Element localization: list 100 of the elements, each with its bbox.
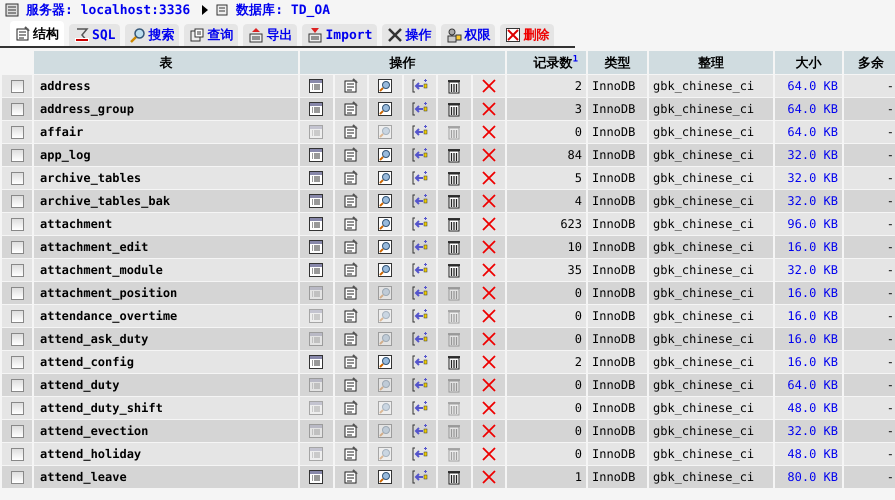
search-icon[interactable] <box>377 239 394 255</box>
table-name[interactable]: attend_duty_shift <box>34 397 298 419</box>
properties-icon[interactable] <box>342 216 359 232</box>
table-size[interactable]: 48.0 KB <box>775 397 842 419</box>
properties-icon[interactable] <box>342 308 359 324</box>
insert-icon[interactable] <box>412 308 428 324</box>
tab[interactable]: SQL <box>69 24 120 46</box>
table-size[interactable]: 96.0 KB <box>775 213 842 235</box>
users-icon[interactable] <box>446 27 462 43</box>
trash-icon[interactable] <box>446 78 462 94</box>
properties-icon[interactable] <box>342 446 359 462</box>
properties-icon[interactable] <box>342 193 359 209</box>
table-name[interactable]: attachment_edit <box>34 236 298 258</box>
table-name[interactable]: address_group <box>34 98 298 120</box>
table-size[interactable]: 16.0 KB <box>775 282 842 304</box>
query-icon[interactable] <box>189 27 206 43</box>
browse-icon[interactable] <box>308 193 324 209</box>
insert-icon[interactable] <box>412 147 428 163</box>
tab[interactable]: 权限 <box>441 24 496 46</box>
trash-icon[interactable] <box>446 469 462 485</box>
checkbox[interactable] <box>10 149 24 162</box>
properties-icon[interactable] <box>342 354 359 370</box>
browse-icon[interactable] <box>308 239 324 255</box>
properties-icon[interactable] <box>15 26 31 42</box>
import-icon[interactable] <box>307 27 324 43</box>
checkbox[interactable] <box>10 287 24 300</box>
table-size[interactable]: 32.0 KB <box>775 259 842 281</box>
trash-icon[interactable] <box>446 239 462 255</box>
export-icon[interactable] <box>248 27 264 43</box>
table-size[interactable]: 64.0 KB <box>775 98 842 120</box>
browse-icon[interactable] <box>308 216 324 232</box>
properties-icon[interactable] <box>342 170 359 186</box>
insert-icon[interactable] <box>412 377 428 393</box>
search-icon[interactable] <box>377 147 394 163</box>
table-name[interactable]: attachment_position <box>34 282 298 304</box>
checkbox[interactable] <box>10 402 24 416</box>
trash-icon[interactable] <box>446 101 462 117</box>
checkbox[interactable] <box>10 80 24 94</box>
table-name[interactable]: address <box>34 75 298 97</box>
browse-icon[interactable] <box>308 147 324 163</box>
insert-icon[interactable] <box>412 331 428 347</box>
table-size[interactable]: 32.0 KB <box>775 190 842 212</box>
table-size[interactable]: 48.0 KB <box>775 443 842 465</box>
trash-icon[interactable] <box>446 147 462 163</box>
checkbox[interactable] <box>10 356 24 370</box>
tab[interactable]: 删除 <box>500 24 554 46</box>
properties-icon[interactable] <box>342 239 359 255</box>
tab[interactable]: 操作 <box>382 24 436 46</box>
properties-icon[interactable] <box>342 331 359 347</box>
table-name[interactable]: attend_config <box>34 351 298 373</box>
insert-icon[interactable] <box>412 285 428 301</box>
properties-icon[interactable] <box>342 423 359 439</box>
trash-icon[interactable] <box>446 354 462 370</box>
table-name[interactable]: attend_evection <box>34 420 298 442</box>
checkbox[interactable] <box>10 103 24 116</box>
browse-icon[interactable] <box>308 170 324 186</box>
checkbox[interactable] <box>10 425 24 438</box>
insert-icon[interactable] <box>412 78 428 94</box>
properties-icon[interactable] <box>342 469 359 485</box>
browse-icon[interactable] <box>308 78 324 94</box>
checkbox[interactable] <box>10 241 24 254</box>
table-name[interactable]: attend_duty <box>34 374 298 396</box>
browse-icon[interactable] <box>308 469 324 485</box>
trash-icon[interactable] <box>446 193 462 209</box>
insert-icon[interactable] <box>412 354 428 370</box>
browse-icon[interactable] <box>308 354 324 370</box>
checkbox[interactable] <box>10 195 24 208</box>
table-name[interactable]: archive_tables <box>34 167 298 189</box>
insert-icon[interactable] <box>412 423 428 439</box>
trash-icon[interactable] <box>446 262 462 278</box>
table-size[interactable]: 80.0 KB <box>775 466 842 488</box>
table-size[interactable]: 64.0 KB <box>775 374 842 396</box>
database-link[interactable]: 数据库: TD_OA <box>236 1 330 19</box>
properties-icon[interactable] <box>342 377 359 393</box>
table-size[interactable]: 64.0 KB <box>775 121 842 143</box>
checkbox[interactable] <box>10 172 24 186</box>
server-icon[interactable] <box>4 2 20 18</box>
sql-icon[interactable] <box>74 27 90 43</box>
tab[interactable]: Import <box>302 24 378 46</box>
browse-icon[interactable] <box>308 262 324 278</box>
server-link[interactable]: 服务器: localhost:3336 <box>26 1 190 19</box>
table-name[interactable]: attachment <box>34 213 298 235</box>
search-icon[interactable] <box>377 354 394 370</box>
search-icon[interactable] <box>377 469 394 485</box>
properties-icon[interactable] <box>342 78 359 94</box>
table-size[interactable]: 32.0 KB <box>775 144 842 166</box>
checkbox[interactable] <box>10 310 24 324</box>
database-icon[interactable] <box>214 2 230 18</box>
table-name[interactable]: app_log <box>34 144 298 166</box>
search-icon[interactable] <box>377 193 394 209</box>
tab[interactable]: 查询 <box>184 24 238 46</box>
checkbox[interactable] <box>10 126 24 140</box>
table-name[interactable]: attendance_overtime <box>34 305 298 327</box>
insert-icon[interactable] <box>412 262 428 278</box>
properties-icon[interactable] <box>342 124 359 140</box>
insert-icon[interactable] <box>412 124 428 140</box>
search-icon[interactable] <box>377 78 394 94</box>
insert-icon[interactable] <box>412 239 428 255</box>
properties-icon[interactable] <box>342 147 359 163</box>
table-name[interactable]: attend_leave <box>34 466 298 488</box>
